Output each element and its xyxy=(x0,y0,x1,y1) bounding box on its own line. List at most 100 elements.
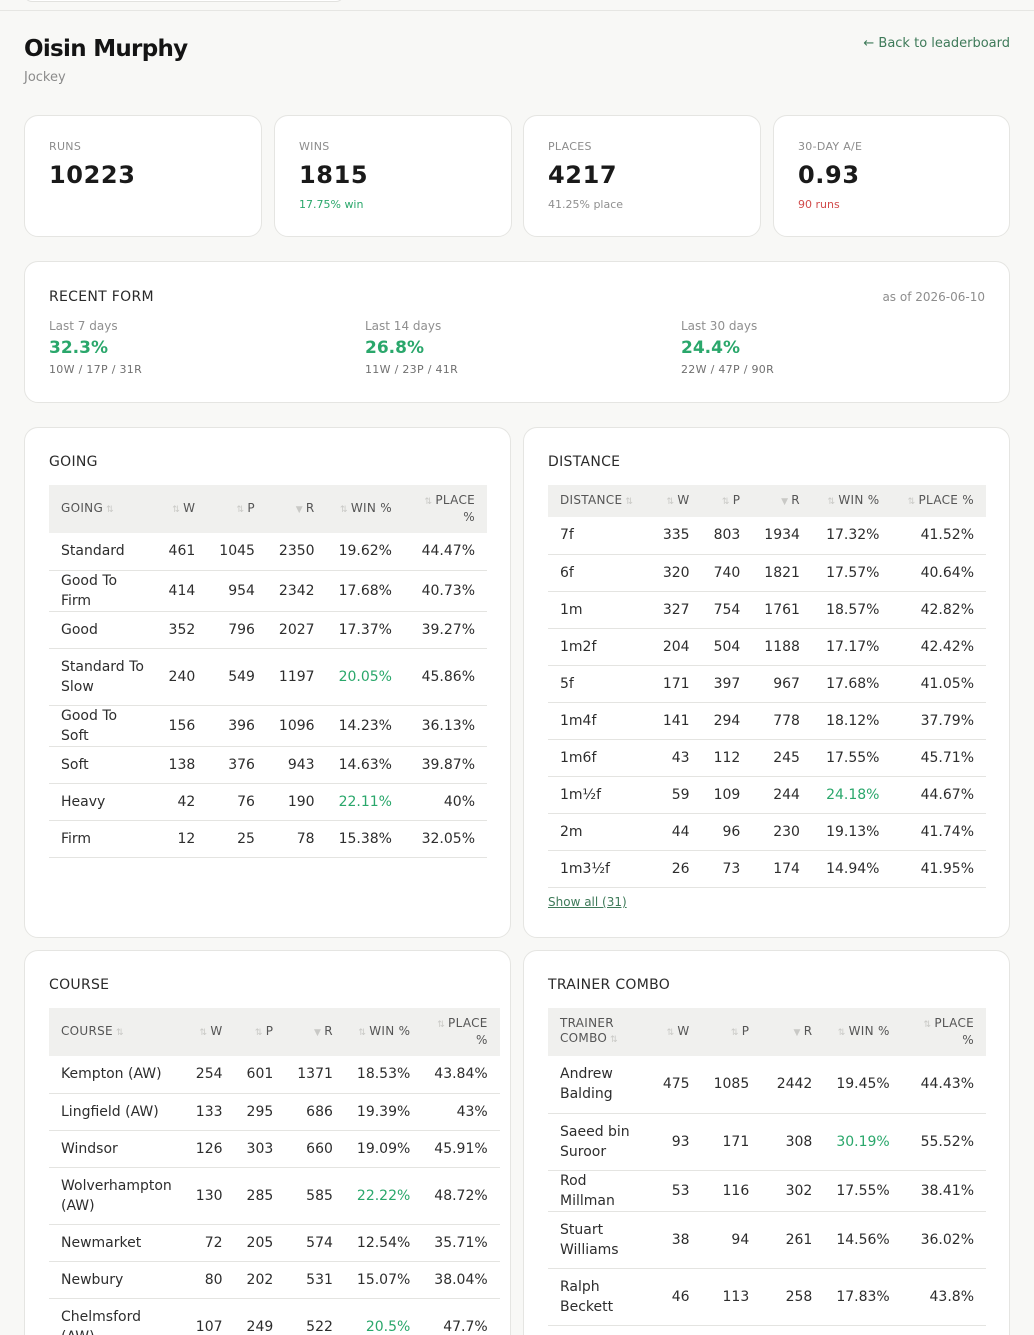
cell-w: 42 xyxy=(156,783,208,821)
table-row[interactable]: 1m½f 59 109 244 24.18% 44.67% xyxy=(548,776,986,814)
column-header-win[interactable]: ⇅ WIN % xyxy=(811,485,892,517)
cell-r: 1197 xyxy=(266,648,327,706)
column-header-label: WIN % xyxy=(350,500,392,515)
cell-p: 376 xyxy=(207,746,267,784)
table-row[interactable]: Good 352 796 2027 17.37% 39.27% xyxy=(49,611,487,649)
cell-r: 1188 xyxy=(752,628,812,666)
table-row[interactable]: 6f 320 740 1821 17.57% 40.64% xyxy=(548,554,986,592)
cell-r: 2027 xyxy=(266,611,327,649)
column-header-r[interactable]: ▼ R xyxy=(761,1008,825,1056)
table-row[interactable]: Ralph Beckett 46 113 258 17.83% 43.8% xyxy=(548,1268,986,1326)
column-header-p[interactable]: ⇅ P xyxy=(207,485,267,533)
table-row[interactable]: 1m4f 141 294 778 18.12% 37.79% xyxy=(548,702,986,740)
column-header-r[interactable]: ▼ R xyxy=(285,1008,345,1056)
cell-win: 20.05% xyxy=(326,648,404,706)
column-header-p[interactable]: ⇅ P xyxy=(701,485,753,517)
table-row[interactable]: Newmarket 72 205 574 12.54% 35.71% xyxy=(49,1224,500,1262)
table-row[interactable]: Heavy 42 76 190 22.11% 40% xyxy=(49,783,487,821)
table-row[interactable]: 2m 44 96 230 19.13% 41.74% xyxy=(548,813,986,851)
column-header-win[interactable]: ⇅ WIN % xyxy=(824,1008,902,1056)
form-period-sub: 10W / 17P / 31R xyxy=(49,363,143,376)
column-header-w[interactable]: ⇅ W xyxy=(156,485,208,533)
cell-win: 17.83% xyxy=(824,1268,902,1326)
table-row[interactable]: 1m 327 754 1761 18.57% 42.82% xyxy=(548,591,986,629)
column-header-label: WIN % xyxy=(848,1023,890,1038)
column-header-win[interactable]: ⇅ WIN % xyxy=(344,1008,423,1056)
cell-name: Chelmsford (AW) xyxy=(49,1298,184,1335)
cell-place: 44.47% xyxy=(403,533,487,571)
table-row[interactable]: Kempton (AW) 254 601 1371 18.53% 43.84% xyxy=(49,1056,500,1094)
column-header-label: PLACE % xyxy=(934,1016,974,1047)
column-header-place[interactable]: ⇅ PLACE % xyxy=(403,485,487,533)
table-row[interactable]: Rod Millman 53 116 302 17.55% 38.41% xyxy=(548,1170,986,1212)
cell-win: 18.53% xyxy=(344,1056,423,1094)
column-header-p[interactable]: ⇅ P xyxy=(701,1008,762,1056)
column-header-label: P xyxy=(265,1023,274,1038)
column-header-name[interactable]: GOING ⇅ xyxy=(49,485,157,533)
table-row[interactable]: 5f 171 397 967 17.68% 41.05% xyxy=(548,665,986,703)
cell-place: 44.43% xyxy=(901,1056,986,1114)
column-header-name[interactable]: COURSE ⇅ xyxy=(49,1008,184,1056)
table-row[interactable]: Stuart Williams 38 94 261 14.56% 36.02% xyxy=(548,1211,986,1269)
cell-r: 2350 xyxy=(266,533,327,571)
table-row[interactable]: Chelmsford (AW)10724952220.5%47.7% xyxy=(49,1298,500,1335)
cell-p: 294 xyxy=(701,702,753,740)
table-row[interactable]: Standard 461 1045 2350 19.62% 44.47% xyxy=(49,533,487,571)
cell-name: 2m xyxy=(548,813,651,851)
table-row[interactable]: 1m3½f 26 73 174 14.94% 41.95% xyxy=(548,850,986,888)
column-header-w[interactable]: ⇅ W xyxy=(650,485,702,517)
table-row[interactable]: Soft 138 376 943 14.63% 39.87% xyxy=(49,746,487,784)
column-header-r[interactable]: ▼ R xyxy=(266,485,327,533)
table-row[interactable]: Good To Firm 414 954 2342 17.68% 40.73% xyxy=(49,570,487,612)
show-all-link[interactable]: Show all (31) xyxy=(548,895,627,909)
sort-icon: ⇅ xyxy=(358,1027,367,1038)
table-row[interactable]: Good To Soft 156 396 1096 14.23% 36.13% xyxy=(49,705,487,747)
table-row[interactable]: Saeed bin Suroor 93 171 308 30.19% 55.52% xyxy=(548,1113,986,1171)
cell-place xyxy=(901,1325,986,1335)
column-header-name[interactable]: TRAINER COMBO ⇅ xyxy=(548,1008,651,1056)
column-header-w[interactable]: ⇅ W xyxy=(650,1008,702,1056)
cell-place: 42.42% xyxy=(891,628,986,666)
cell-win: 19.62% xyxy=(326,533,404,571)
back-to-leaderboard-link[interactable]: ← Back to leaderboard xyxy=(863,36,1010,51)
cell-r: 1761 xyxy=(752,591,812,629)
table-row[interactable]: Lingfield (AW) 133 295 686 19.39% 43% xyxy=(49,1093,500,1131)
column-header-name[interactable]: DISTANCE ⇅ xyxy=(548,485,651,517)
cell-name: Good To Firm xyxy=(49,570,157,612)
cell-name: Saeed bin Suroor xyxy=(548,1113,651,1171)
column-header-p[interactable]: ⇅ P xyxy=(234,1008,286,1056)
column-header-label: R xyxy=(791,492,800,507)
column-header-label: P xyxy=(247,500,255,515)
column-header-place[interactable]: ⇅ PLACE % xyxy=(891,485,986,517)
table-row[interactable]: 1m6f 43 112 245 17.55% 45.71% xyxy=(548,739,986,777)
cell-p: 549 xyxy=(207,648,267,706)
table-row[interactable]: 7f 335 803 1934 17.32% 41.52% xyxy=(548,517,986,555)
column-header-place[interactable]: ⇅ PLACE % xyxy=(901,1008,986,1056)
table-row[interactable]: Newbury 80 202 531 15.07% 38.04% xyxy=(49,1261,500,1299)
cell-name: Newmarket xyxy=(49,1224,184,1262)
column-header-r[interactable]: ▼ R xyxy=(752,485,812,517)
section-title: RECENT FORM xyxy=(49,289,154,305)
cell-win: 24.18% xyxy=(811,776,892,814)
table-row[interactable]: 1m2f 204 504 1188 17.17% 42.42% xyxy=(548,628,986,666)
search-input[interactable] xyxy=(24,0,344,2)
cell-w: 12 xyxy=(156,820,208,858)
cell-p: 94 xyxy=(701,1211,762,1269)
column-header-place[interactable]: ⇅ PLACE % xyxy=(422,1008,500,1056)
table-row[interactable]: Firm 12 25 78 15.38% 32.05% xyxy=(49,820,487,858)
cell-w: 133 xyxy=(183,1093,235,1131)
table-row[interactable]: Windsor 126 303 660 19.09% 45.91% xyxy=(49,1130,500,1168)
table-row[interactable]: Standard To Slow 240 549 1197 20.05% 45.86% xyxy=(49,648,487,706)
column-header-label: WIN % xyxy=(369,1023,411,1038)
cell-p: 202 xyxy=(234,1261,286,1299)
cell-win: 17.55% xyxy=(811,739,892,777)
column-header-w[interactable]: ⇅ W xyxy=(183,1008,235,1056)
cell-win: 17.57% xyxy=(811,554,892,592)
table-row[interactable]: Wolverhampton (AW) 130 285 585 22.22% 48.72% xyxy=(49,1167,500,1225)
cell-place: 44.67% xyxy=(891,776,986,814)
table-row[interactable]: Andrew Balding 475 1085 2442 19.45% 44.43% xyxy=(548,1056,986,1114)
table-row[interactable]: Archie Watson xyxy=(548,1325,986,1335)
column-header-win[interactable]: ⇅ WIN % xyxy=(326,485,404,533)
cell-p: 601 xyxy=(234,1056,286,1094)
cell-name: Firm xyxy=(49,820,157,858)
